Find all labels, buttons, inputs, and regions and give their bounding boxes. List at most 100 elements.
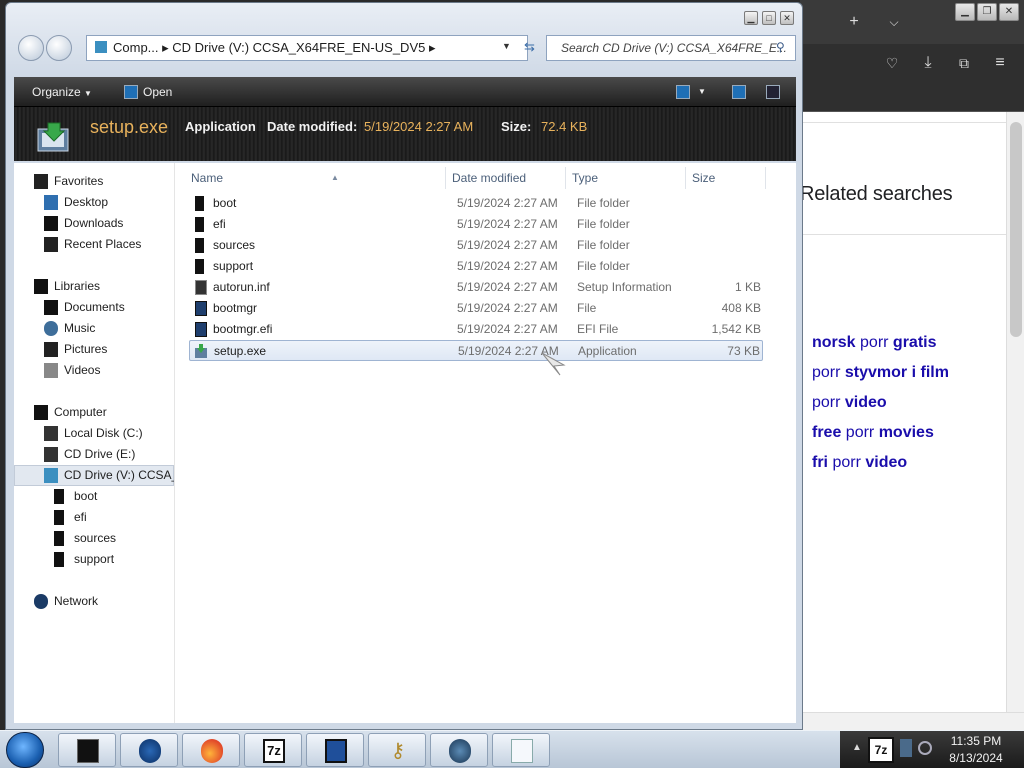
cd-drive-icon <box>44 468 58 483</box>
clock-date[interactable]: 8/13/2024 <box>946 751 1006 765</box>
network-icon <box>34 594 48 609</box>
file-size: 1 KB <box>734 280 761 294</box>
media-player-icon <box>139 739 161 763</box>
column-header-size[interactable]: Size <box>692 167 715 189</box>
drive-icon <box>95 41 107 53</box>
close-button[interactable]: ✕ <box>999 3 1019 21</box>
start-button[interactable] <box>6 732 44 768</box>
taskbar-media-player-button[interactable] <box>120 733 178 767</box>
file-name: boot <box>213 196 237 210</box>
table-row[interactable]: boot 5/19/2024 2:27 AM File folder <box>189 193 763 214</box>
table-row[interactable]: efi 5/19/2024 2:27 AM File folder <box>189 214 763 235</box>
taskbar-7zip-button[interactable]: 7z <box>244 733 302 767</box>
minimize-button[interactable]: ▁ <box>955 3 975 21</box>
column-separator[interactable] <box>445 167 446 189</box>
file-type: Application <box>578 344 637 358</box>
address-dropdown-icon[interactable]: ▼ <box>502 41 511 51</box>
restore-button[interactable]: ❐ <box>977 3 997 21</box>
column-separator[interactable] <box>685 167 686 189</box>
taskbar: 7z ⚷ ▲ 7z 11:35 PM 8/13/2024 <box>0 730 1024 768</box>
table-row[interactable]: bootmgr.efi 5/19/2024 2:27 AM EFI File 1… <box>189 319 763 340</box>
music-icon <box>44 321 58 336</box>
address-bar[interactable]: Comp... ▸ CD Drive (V:) CCSA_X64FRE_EN-U… <box>86 35 528 61</box>
setup-icon <box>37 122 69 152</box>
back-button[interactable] <box>18 35 44 61</box>
scrollbar-thumb[interactable] <box>1010 122 1022 337</box>
navigation-pane: Favorites Desktop Downloads Recent Place… <box>14 163 178 723</box>
related-link[interactable]: porr styvmor i film <box>812 364 949 382</box>
table-row[interactable]: setup.exe 5/19/2024 2:27 AM Application … <box>189 340 763 361</box>
steam-icon <box>449 739 471 763</box>
minimize-button[interactable]: ▁ <box>744 11 758 25</box>
related-link[interactable]: fri porr video <box>812 454 907 472</box>
vertical-scrollbar[interactable] <box>1006 112 1024 712</box>
date-modified-label: Date modified: <box>267 119 358 134</box>
pocket-icon[interactable]: ♡ <box>880 51 904 75</box>
command-bar: Organize ▼ Open ▼ <box>14 77 796 107</box>
refresh-icon[interactable]: ⇆ <box>524 39 535 55</box>
firefox-icon <box>201 739 223 763</box>
download-icon[interactable]: ⤓ <box>916 51 940 75</box>
taskbar-steam-button[interactable] <box>430 733 488 767</box>
taskbar-explorer-button[interactable] <box>58 733 116 767</box>
table-row[interactable]: bootmgr 5/19/2024 2:27 AM File 408 KB <box>189 298 763 319</box>
related-link[interactable]: norsk porr gratis <box>812 334 937 352</box>
selected-file-type: Application <box>185 119 256 134</box>
file-name: autorun.inf <box>213 280 270 294</box>
extensions-icon[interactable]: ⧉ <box>952 51 976 75</box>
open-button[interactable]: Open <box>143 77 172 107</box>
table-row[interactable]: autorun.inf 5/19/2024 2:27 AM Setup Info… <box>189 277 763 298</box>
close-button[interactable]: ✕ <box>780 11 794 25</box>
menu-icon[interactable]: ≡ <box>988 51 1012 75</box>
related-link[interactable]: free porr movies <box>812 424 934 442</box>
horizontal-scrollbar[interactable] <box>800 712 1024 730</box>
file-name: bootmgr.efi <box>213 322 273 336</box>
address-text: Comp... ▸ CD Drive (V:) CCSA_X64FRE_EN-U… <box>113 40 436 55</box>
recent-places-icon <box>44 237 58 252</box>
folder-icon <box>195 196 204 211</box>
7zip-tray-icon[interactable]: 7z <box>868 737 894 763</box>
search-input[interactable]: Search CD Drive (V:) CCSA_X64FRE_E... <box>546 35 796 61</box>
mouse-cursor-icon <box>541 352 566 376</box>
volume-icon[interactable] <box>918 741 932 755</box>
browser-toolbar: ♡ ⤓ ⧉ ≡ <box>800 44 1024 112</box>
search-icon[interactable]: ⚲ <box>776 40 785 54</box>
chevron-down-icon[interactable]: ⌵ <box>882 10 906 34</box>
file-type: File folder <box>577 217 630 231</box>
maximize-button[interactable]: □ <box>762 11 776 25</box>
cd-drive-icon <box>44 447 58 462</box>
browser-window: + ⌵ ▁ ❐ ✕ ♡ ⤓ ⧉ ≡ Related searches norsk… <box>800 0 1024 730</box>
clock-time[interactable]: 11:35 PM <box>946 734 1006 748</box>
preview-pane-icon[interactable] <box>732 85 746 99</box>
network-tray-icon[interactable] <box>900 739 912 757</box>
forward-button[interactable] <box>46 35 72 61</box>
desktop-icon <box>44 195 58 210</box>
taskbar-firefox-button[interactable] <box>182 733 240 767</box>
taskbar-notepad-button[interactable] <box>492 733 550 767</box>
table-row[interactable]: sources 5/19/2024 2:27 AM File folder <box>189 235 763 256</box>
show-hidden-icons-icon[interactable]: ▲ <box>852 742 862 753</box>
help-icon[interactable] <box>766 85 780 99</box>
column-header-name[interactable]: Name ▲ <box>191 167 339 189</box>
star-icon <box>34 174 48 189</box>
taskbar-keys-button[interactable]: ⚷ <box>368 733 426 767</box>
column-header-date[interactable]: Date modified <box>452 167 526 189</box>
column-separator[interactable] <box>765 167 766 189</box>
view-icon[interactable] <box>676 85 690 99</box>
file-icon <box>195 322 207 337</box>
file-name: efi <box>213 217 226 231</box>
view-dropdown-icon[interactable]: ▼ <box>698 77 706 107</box>
folder-icon <box>195 217 204 232</box>
keys-icon: ⚷ <box>390 740 406 762</box>
taskbar-display-button[interactable] <box>306 733 364 767</box>
file-name: bootmgr <box>213 301 258 315</box>
column-header-type[interactable]: Type <box>572 167 598 189</box>
related-link[interactable]: porr video <box>812 394 887 412</box>
libraries-icon <box>34 279 48 294</box>
column-separator[interactable] <box>565 167 566 189</box>
folder-icon <box>195 259 204 274</box>
organize-button[interactable]: Organize ▼ <box>32 77 92 107</box>
divider <box>800 122 1006 123</box>
new-tab-icon[interactable]: + <box>842 10 866 34</box>
table-row[interactable]: support 5/19/2024 2:27 AM File folder <box>189 256 763 277</box>
